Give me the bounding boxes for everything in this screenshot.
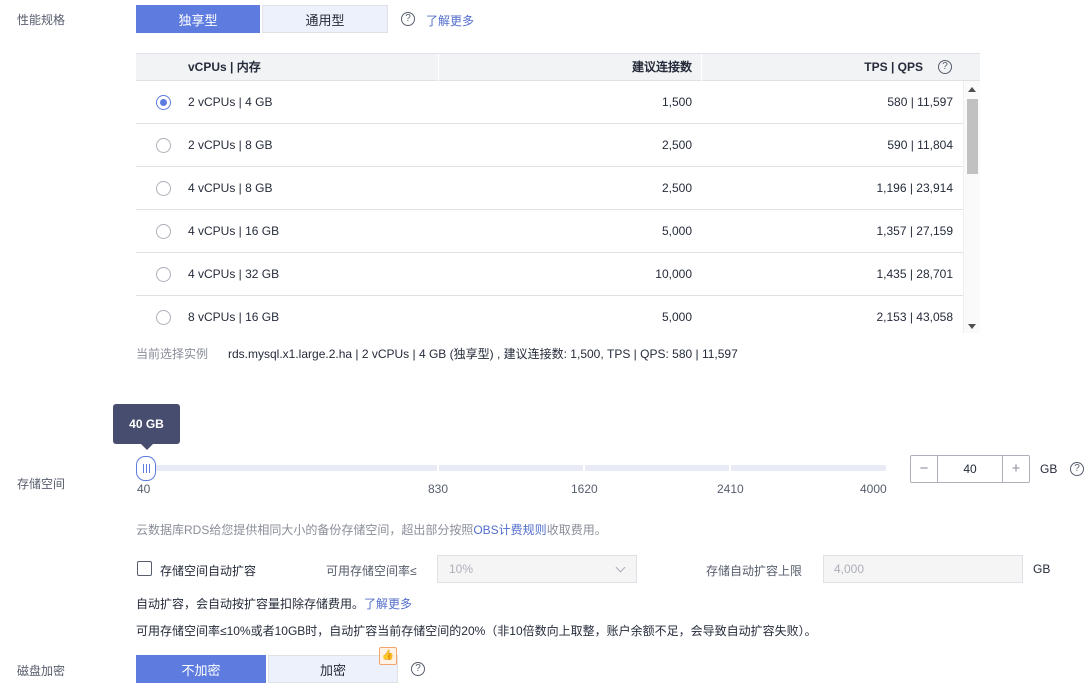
autoscale-info-line2: 可用存储空间率≤10%或者10GB时，自动扩容当前存储空间的20%（非10倍数向… (136, 624, 817, 638)
cell-tps-qps: 580 | 11,597 (887, 95, 953, 109)
header-tps-qps: TPS | QPS (864, 60, 923, 74)
cell-tps-qps: 1,357 | 27,159 (876, 224, 953, 238)
storage-stepper: − 40 + (910, 455, 1030, 483)
radio-selected[interactable] (156, 95, 171, 110)
table-row[interactable]: 2 vCPUs | 8 GB 2,500 590 | 11,804 (136, 124, 963, 167)
cell-vcpu: 4 vCPUs | 32 GB (188, 267, 280, 281)
cell-vcpu: 2 vCPUs | 4 GB (188, 95, 273, 109)
slider-tick (437, 463, 439, 473)
table-row[interactable]: 2 vCPUs | 4 GB 1,500 580 | 11,597 (136, 81, 963, 124)
scroll-thumb[interactable] (967, 99, 978, 174)
tick-label: 2410 (717, 482, 744, 496)
table-scrollbar[interactable] (963, 81, 980, 333)
cell-vcpu: 8 vCPUs | 16 GB (188, 310, 280, 324)
disk-encrypt-label: 磁盘加密 (17, 664, 66, 678)
limit-label: 存储自动扩容上限 (706, 564, 803, 578)
help-icon[interactable]: ? (938, 60, 952, 74)
cell-connections: 1,500 (661, 95, 692, 109)
storage-unit: GB (1040, 462, 1058, 476)
cell-connections: 10,000 (655, 267, 692, 281)
cell-tps-qps: 1,196 | 23,914 (876, 181, 953, 195)
storage-input[interactable]: 40 (937, 456, 1003, 482)
limit-input[interactable]: 4,000 (823, 555, 1023, 583)
storage-label: 存储空间 (17, 477, 66, 491)
tick-label: 830 (428, 482, 449, 496)
cell-tps-qps: 590 | 11,804 (887, 138, 953, 152)
current-selection-label: 当前选择实例 (136, 347, 209, 361)
slider-tooltip: 40 GB (113, 404, 180, 450)
autoscale-info-text: 自动扩容，会自动按扩容量扣除存储费用。 (136, 597, 365, 611)
table-header: vCPUs | 内存 建议连接数 TPS | QPS ? (136, 54, 980, 81)
help-icon[interactable]: ? (411, 662, 425, 676)
cell-connections: 2,500 (661, 181, 692, 195)
radio[interactable] (156, 181, 171, 196)
tick-label: 1620 (571, 482, 598, 496)
perf-spec-label: 性能规格 (17, 13, 66, 27)
cell-connections: 5,000 (661, 310, 692, 324)
radio[interactable] (156, 138, 171, 153)
radio[interactable] (156, 310, 171, 325)
current-selection-value: rds.mysql.x1.large.2.ha | 2 vCPUs | 4 GB… (228, 347, 738, 361)
table-row[interactable]: 4 vCPUs | 8 GB 2,500 1,196 | 23,914 (136, 167, 963, 210)
cell-connections: 2,500 (661, 138, 692, 152)
cell-connections: 5,000 (661, 224, 692, 238)
limit-unit: GB (1033, 562, 1051, 576)
slider-tick (583, 463, 585, 473)
tick-label: 4000 (860, 482, 887, 496)
rate-select[interactable]: 10% (437, 555, 637, 583)
tab-dedicated[interactable]: 独享型 (136, 5, 260, 33)
table-row[interactable]: 4 vCPUs | 32 GB 10,000 1,435 | 28,701 (136, 253, 963, 296)
header-vcpu: vCPUs | 内存 (188, 60, 261, 74)
autoscale-learn-more-link[interactable]: 了解更多 (364, 597, 412, 611)
header-connections: 建议连接数 (631, 60, 692, 74)
obs-billing-link[interactable]: OBS计费规则 (473, 523, 546, 537)
rate-label: 可用存储空间率≤ (326, 564, 417, 578)
scroll-down-icon[interactable] (968, 324, 976, 329)
storage-slider-track[interactable] (143, 465, 886, 471)
cell-tps-qps: 1,435 | 28,701 (876, 267, 953, 281)
help-icon[interactable]: ? (401, 12, 415, 26)
cell-vcpu: 4 vCPUs | 16 GB (188, 224, 280, 238)
cell-tps-qps: 2,153 | 43,058 (876, 310, 953, 324)
table-row[interactable]: 8 vCPUs | 16 GB 5,000 2,153 | 43,058 (136, 296, 963, 333)
thumbs-up-icon: 👍 (379, 647, 397, 665)
autoscale-checkbox[interactable] (137, 561, 152, 576)
cell-vcpu: 2 vCPUs | 8 GB (188, 138, 273, 152)
tab-no-encrypt[interactable]: 不加密 (136, 655, 266, 683)
autoscale-label: 存储空间自动扩容 (160, 564, 257, 578)
tick-label: 40 (137, 482, 151, 496)
slider-handle[interactable] (136, 456, 156, 481)
chevron-down-icon (615, 562, 626, 573)
table-row[interactable]: 4 vCPUs | 16 GB 5,000 1,357 | 27,159 (136, 210, 963, 253)
slider-tick (729, 463, 731, 473)
spec-table: vCPUs | 内存 建议连接数 TPS | QPS ? 2 vCPUs | 4… (136, 53, 980, 333)
learn-more-link[interactable]: 了解更多 (426, 12, 474, 29)
radio[interactable] (156, 224, 171, 239)
rate-select-value: 10% (449, 562, 474, 576)
autoscale-info-line1: 自动扩容，会自动按扩容量扣除存储费用。了解更多 (136, 595, 412, 612)
plus-button[interactable]: + (1003, 456, 1029, 482)
storage-note-suffix: 收取费用。 (546, 523, 607, 537)
cell-vcpu: 4 vCPUs | 8 GB (188, 181, 273, 195)
scroll-up-icon[interactable] (968, 87, 976, 92)
storage-note: 云数据库RDS给您提供相同大小的备份存储空间，超出部分按照OBS计费规则收取费用… (136, 521, 607, 538)
radio[interactable] (156, 267, 171, 282)
storage-note-prefix: 云数据库RDS给您提供相同大小的备份存储空间，超出部分按照 (136, 523, 474, 537)
tab-general[interactable]: 通用型 (262, 5, 388, 33)
help-icon[interactable]: ? (1070, 462, 1084, 476)
minus-button[interactable]: − (911, 456, 937, 482)
